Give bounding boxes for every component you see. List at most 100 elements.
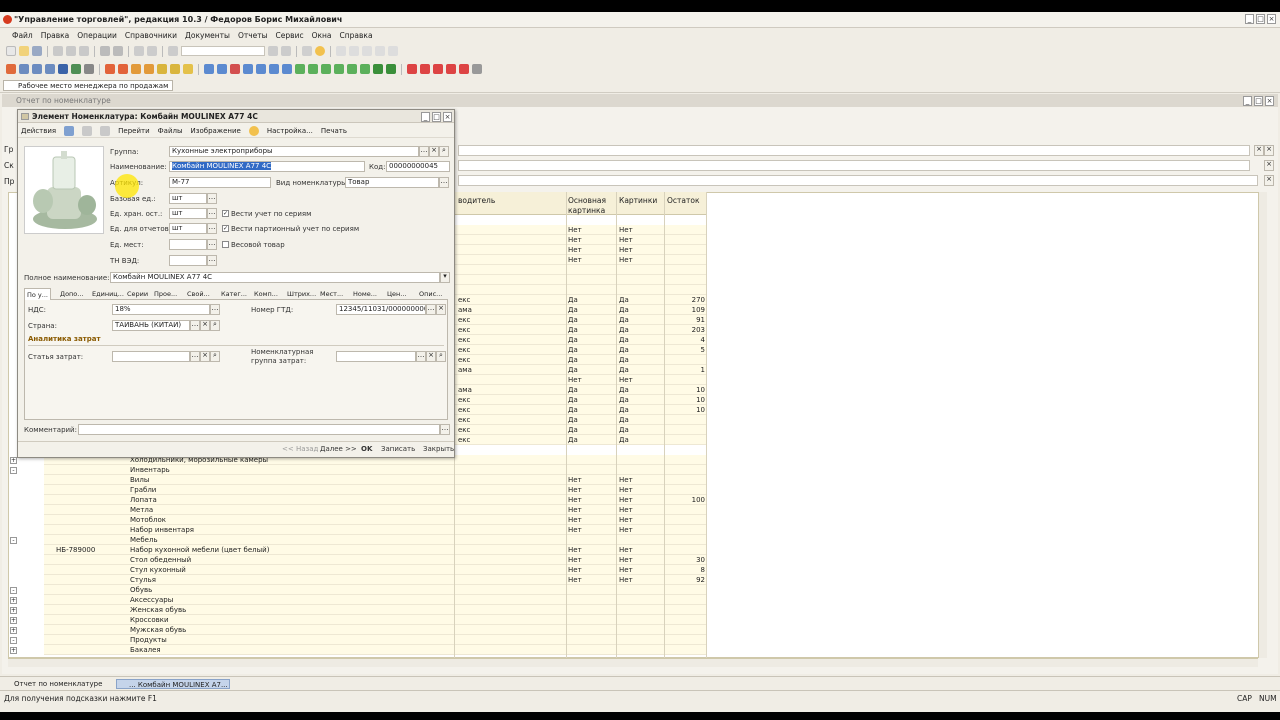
stock-icon[interactable] — [347, 64, 357, 74]
stock-icon[interactable] — [373, 64, 383, 74]
purchase-icon[interactable] — [269, 64, 279, 74]
document-icon[interactable] — [45, 64, 55, 74]
open-icon[interactable]: ⌕ — [439, 146, 449, 157]
close-dialog-button[interactable]: Закрыть — [423, 445, 454, 453]
maximize-button[interactable]: □ — [432, 112, 441, 122]
menu-service[interactable]: Сервис — [276, 31, 304, 40]
purchase-icon[interactable] — [217, 64, 227, 74]
order-icon[interactable] — [131, 64, 141, 74]
select-button[interactable]: … — [207, 193, 217, 204]
table-row[interactable]: Бакалея — [44, 645, 706, 655]
expand-icon[interactable]: + — [10, 597, 17, 604]
article-field[interactable]: М-77 — [169, 177, 271, 188]
tool-icon[interactable] — [375, 46, 385, 56]
report-icon[interactable] — [446, 64, 456, 74]
select-button[interactable]: … — [426, 304, 436, 315]
menu-file[interactable]: Файл — [12, 31, 33, 40]
journal-icon[interactable] — [6, 64, 16, 74]
batch-checkbox[interactable]: ✓ — [222, 225, 229, 232]
money-icon[interactable] — [157, 64, 167, 74]
report-icon[interactable] — [472, 64, 482, 74]
tab-prices[interactable]: Цен... — [385, 288, 409, 300]
back-button[interactable]: << Назад — [282, 445, 318, 453]
goto-menu[interactable]: Перейти — [118, 127, 150, 135]
weight-checkbox[interactable] — [222, 241, 229, 248]
document-icon[interactable] — [32, 64, 42, 74]
table-row[interactable]: НБ-789000 Набор кухонной мебели (цвет бел… — [44, 545, 706, 555]
name-field[interactable]: Комбайн MOULINEX A77 4C — [169, 161, 365, 172]
menu-reports[interactable]: Отчеты — [238, 31, 268, 40]
select-button[interactable]: … — [439, 177, 449, 188]
copy-icon[interactable] — [66, 46, 76, 56]
users-icon[interactable] — [58, 64, 68, 74]
expand-icon[interactable]: + — [10, 617, 17, 624]
table-row[interactable]: Метла Нет Нет — [44, 505, 706, 515]
tab-units[interactable]: Единиц... — [90, 288, 126, 300]
select-button[interactable]: … — [190, 351, 200, 362]
ok-button[interactable]: OK — [361, 445, 372, 453]
dropdown-icon[interactable]: ▾ — [440, 272, 450, 283]
table-row[interactable]: Инвентарь — [44, 465, 706, 475]
tab-components[interactable]: Комп... — [252, 288, 280, 300]
stock-icon[interactable] — [321, 64, 331, 74]
new-doc-icon[interactable] — [6, 46, 16, 56]
expand-icon[interactable]: + — [10, 627, 17, 634]
close-button[interactable]: × — [1265, 96, 1274, 106]
tab-nomenclature[interactable]: Номе... — [351, 288, 379, 300]
redo-icon[interactable] — [147, 46, 157, 56]
files-button[interactable]: Файлы — [158, 127, 183, 135]
report-icon[interactable] — [459, 64, 469, 74]
tab-description[interactable]: Опис... — [417, 288, 444, 300]
refresh-icon[interactable] — [100, 125, 111, 136]
collapse-icon[interactable]: - — [10, 467, 17, 474]
vertical-scrollbar[interactable] — [1258, 192, 1267, 658]
save-icon[interactable] — [32, 46, 42, 56]
open-icon[interactable] — [19, 46, 29, 56]
product-image[interactable] — [24, 146, 104, 234]
search-next-icon[interactable] — [268, 46, 278, 56]
tab-barcodes[interactable]: Штрих... — [285, 288, 318, 300]
order-icon[interactable] — [144, 64, 154, 74]
menu-catalogs[interactable]: Справочники — [125, 31, 177, 40]
purchase-icon[interactable] — [243, 64, 253, 74]
report-unit-field[interactable]: шт — [169, 223, 207, 234]
table-row[interactable]: Мужская обувь — [44, 625, 706, 635]
select-button[interactable]: … — [207, 208, 217, 219]
search-prev-icon[interactable] — [281, 46, 291, 56]
code-field[interactable]: 00000000045 — [386, 161, 450, 172]
table-row[interactable]: Женская обувь — [44, 605, 706, 615]
report-icon[interactable] — [407, 64, 417, 74]
task-report[interactable]: Отчет по номенклатуре — [2, 679, 102, 689]
workplace-tab[interactable]: Рабочее место менеджера по продажам — [3, 80, 174, 91]
close-button[interactable]: × — [1267, 14, 1276, 24]
place-unit-field[interactable] — [169, 239, 207, 250]
help-icon[interactable] — [315, 46, 325, 56]
stock-icon[interactable] — [360, 64, 370, 74]
cost-item-field[interactable] — [112, 351, 190, 362]
tab-additional[interactable]: Допо... — [58, 288, 85, 300]
clear-icon[interactable]: × — [436, 304, 446, 315]
tab-accounting[interactable]: По у... — [24, 288, 51, 300]
preview-icon[interactable] — [113, 46, 123, 56]
clear-icon[interactable]: × — [1264, 175, 1274, 186]
report-filter-field[interactable] — [458, 175, 1258, 186]
menu-operations[interactable]: Операции — [77, 31, 117, 40]
close-button[interactable]: × — [443, 112, 452, 122]
stock-icon[interactable] — [334, 64, 344, 74]
series-checkbox[interactable]: ✓ — [222, 210, 229, 217]
print-icon[interactable] — [100, 46, 110, 56]
sale-icon[interactable] — [118, 64, 128, 74]
open-icon[interactable]: ⌕ — [210, 351, 220, 362]
save-button[interactable]: Записать — [381, 445, 415, 453]
select-button[interactable]: … — [210, 304, 220, 315]
clear-icon[interactable]: × — [1264, 160, 1274, 171]
base-unit-field[interactable]: шт — [169, 193, 207, 204]
undo-icon[interactable] — [134, 46, 144, 56]
tool-icon[interactable] — [349, 46, 359, 56]
copy-icon[interactable] — [82, 125, 93, 136]
table-row[interactable]: Стулья Нет Нет 92 — [44, 575, 706, 585]
horizontal-scrollbar[interactable] — [8, 658, 1258, 667]
table-row[interactable]: Мебель — [44, 535, 706, 545]
group-field[interactable]: Кухонные электроприборы — [169, 146, 419, 157]
minimize-button[interactable]: _ — [1243, 96, 1252, 106]
